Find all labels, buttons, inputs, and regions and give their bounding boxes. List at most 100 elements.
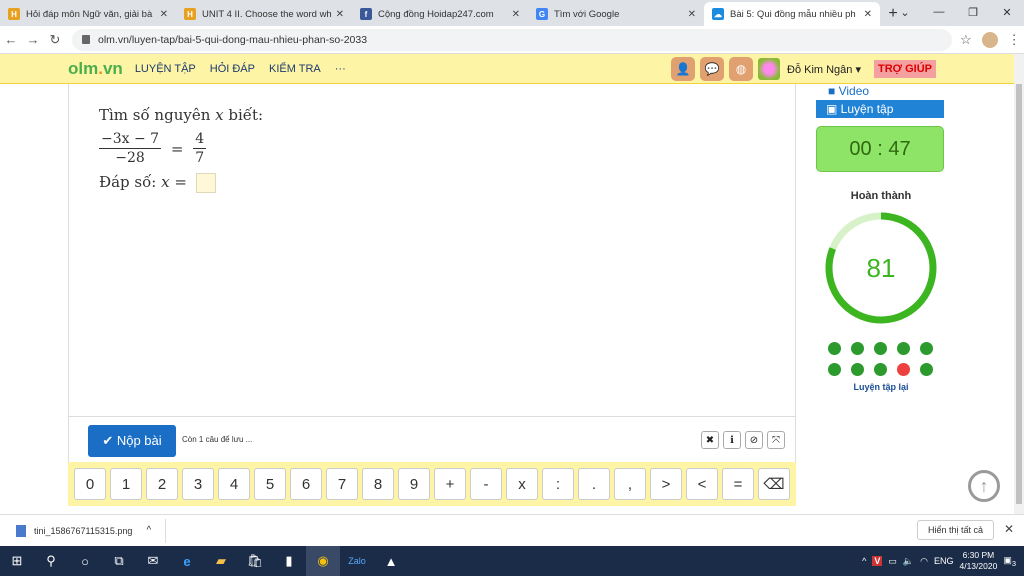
close-icon[interactable]: ✕ [1004, 522, 1014, 536]
keypad-key[interactable]: 7 [326, 468, 358, 500]
close-window-button[interactable]: ✕ [990, 0, 1024, 24]
profile-avatar[interactable] [981, 31, 998, 48]
globe-icon[interactable]: ◍ [729, 57, 753, 81]
forward-button[interactable]: → [22, 32, 44, 47]
show-all-button[interactable]: Hiển thị tất cả [916, 520, 994, 540]
answer-input[interactable] [195, 173, 216, 193]
question-dot[interactable] [897, 363, 910, 376]
cortana-icon[interactable]: ○ [68, 546, 102, 576]
chrome-icon[interactable]: ◉ [306, 546, 340, 576]
question-dot[interactable] [920, 342, 933, 355]
task-view-icon[interactable]: ⧉ [102, 546, 136, 576]
battery-icon[interactable]: ▭ [888, 556, 897, 567]
nav-item[interactable]: LUYỆN TẬP [135, 63, 196, 75]
question-dot[interactable] [897, 342, 910, 355]
close-tab-icon[interactable]: ✕ [688, 9, 696, 20]
keypad-key[interactable]: > [650, 468, 682, 500]
nav-item[interactable]: ··· [335, 63, 346, 75]
close-tab-icon[interactable]: ✕ [864, 9, 872, 20]
block-icon[interactable]: ⊘ [745, 431, 763, 449]
submit-button[interactable]: ✔ Nộp bài [88, 425, 176, 457]
keypad-key[interactable]: 3 [182, 468, 214, 500]
keypad-key[interactable]: 9 [398, 468, 430, 500]
chat-icon[interactable]: 💬 [700, 57, 724, 81]
photos-icon[interactable]: ▲ [374, 546, 408, 576]
chevron-down-icon[interactable]: ⌄ [888, 0, 922, 24]
folder-icon[interactable]: ▰ [204, 546, 238, 576]
keypad-key[interactable]: ⌫ [758, 468, 790, 500]
page-scrollbar[interactable] [1014, 54, 1024, 514]
keypad-key[interactable]: : [542, 468, 574, 500]
question-dot[interactable] [920, 363, 933, 376]
close-icon[interactable]: ✖ [701, 431, 719, 449]
keypad-key[interactable]: - [470, 468, 502, 500]
keypad-key[interactable]: . [578, 468, 610, 500]
browser-tab[interactable]: H Hỏi đáp môn Ngữ văn, giải bà ✕ [0, 2, 176, 26]
scroll-top-button[interactable]: ↑ [968, 470, 1000, 502]
keypad-key[interactable]: = [722, 468, 754, 500]
add-friend-icon[interactable]: 👤 [671, 57, 695, 81]
olm-logo[interactable]: olm.vn [68, 59, 123, 79]
close-tab-icon[interactable]: ✕ [160, 9, 168, 20]
start-icon[interactable]: ⊞ [0, 546, 34, 576]
question-dot[interactable] [828, 342, 841, 355]
mail-icon[interactable]: ✉ [136, 546, 170, 576]
keypad-key[interactable]: 2 [146, 468, 178, 500]
video-link[interactable]: ■ Video [816, 84, 946, 98]
help-button[interactable]: TRỢ GIÚP [874, 60, 936, 78]
volume-icon[interactable]: 🔈 [903, 556, 914, 567]
close-tab-icon[interactable]: ✕ [336, 9, 344, 20]
keypad-key[interactable]: 6 [290, 468, 322, 500]
lhs-fraction: −3x − 7 −28 [99, 131, 162, 166]
main-nav: LUYỆN TẬP HỎI ĐÁP KIỂM TRA ··· [135, 63, 346, 75]
store-icon[interactable]: 🛍 [238, 546, 272, 576]
bookmark-star-icon[interactable]: ☆ [960, 32, 972, 48]
keypad-key[interactable]: x [506, 468, 538, 500]
wifi-icon[interactable]: ◠ [920, 556, 928, 567]
browser-tab[interactable]: G Tìm với Google ✕ [528, 2, 704, 26]
keypad-key[interactable]: 1 [110, 468, 142, 500]
edge-icon[interactable]: e [170, 546, 204, 576]
fullscreen-icon[interactable]: ⤧ [767, 431, 785, 449]
close-tab-icon[interactable]: ✕ [512, 9, 520, 20]
question-dot[interactable] [851, 363, 864, 376]
practice-link[interactable]: ▣ Luyện tập [816, 100, 944, 118]
antivirus-icon[interactable]: V [872, 556, 883, 566]
nav-item[interactable]: KIỂM TRA [269, 63, 321, 75]
keypad-key[interactable]: , [614, 468, 646, 500]
question-dot[interactable] [828, 363, 841, 376]
question-dot[interactable] [851, 342, 864, 355]
notification-icon[interactable]: ▣3 [1003, 555, 1016, 568]
reload-button[interactable]: ↻ [44, 32, 66, 48]
url-input[interactable]: olm.vn/luyen-tap/bai-5-qui-dong-mau-nhie… [72, 28, 952, 51]
language-indicator[interactable]: ENG [934, 556, 954, 566]
nav-item[interactable]: HỎI ĐÁP [210, 63, 255, 75]
answer-line: Đáp số: x = [99, 173, 263, 193]
user-name[interactable]: Đỗ Kim Ngân ▾ [787, 63, 861, 76]
chevron-up-icon[interactable]: ^ [862, 556, 866, 566]
redo-link[interactable]: Luyện tập lại [816, 382, 946, 392]
browser-tab[interactable]: f Cộng đồng Hoidap247.com ✕ [352, 2, 528, 26]
minimize-button[interactable]: — [922, 0, 956, 24]
clock[interactable]: 6:30 PM 4/13/2020 [959, 550, 997, 572]
question-dot[interactable] [874, 342, 887, 355]
user-avatar[interactable] [758, 58, 780, 80]
question-dot[interactable] [874, 363, 887, 376]
browser-tab[interactable]: H UNIT 4 II. Choose the word wh ✕ [176, 2, 352, 26]
chevron-up-icon[interactable]: ^ [146, 525, 151, 536]
info-icon[interactable]: ℹ [723, 431, 741, 449]
back-button[interactable]: ← [0, 32, 22, 47]
app-icon[interactable]: ▮ [272, 546, 306, 576]
keypad-key[interactable]: + [434, 468, 466, 500]
browser-tab[interactable]: ☁ Bài 5: Qui đồng mẫu nhiều ph ✕ [704, 2, 880, 26]
menu-icon[interactable]: ⋮ [1008, 32, 1021, 48]
keypad-key[interactable]: 8 [362, 468, 394, 500]
search-icon[interactable]: ⚲ [34, 546, 68, 576]
keypad-key[interactable]: 4 [218, 468, 250, 500]
zalo-icon[interactable]: Zalo [340, 546, 374, 576]
keypad-key[interactable]: 5 [254, 468, 286, 500]
keypad-key[interactable]: 0 [74, 468, 106, 500]
restore-button[interactable]: ❐ [956, 0, 990, 24]
keypad-key[interactable]: < [686, 468, 718, 500]
download-item[interactable]: tini_1586767115315.png ^ [16, 518, 166, 543]
